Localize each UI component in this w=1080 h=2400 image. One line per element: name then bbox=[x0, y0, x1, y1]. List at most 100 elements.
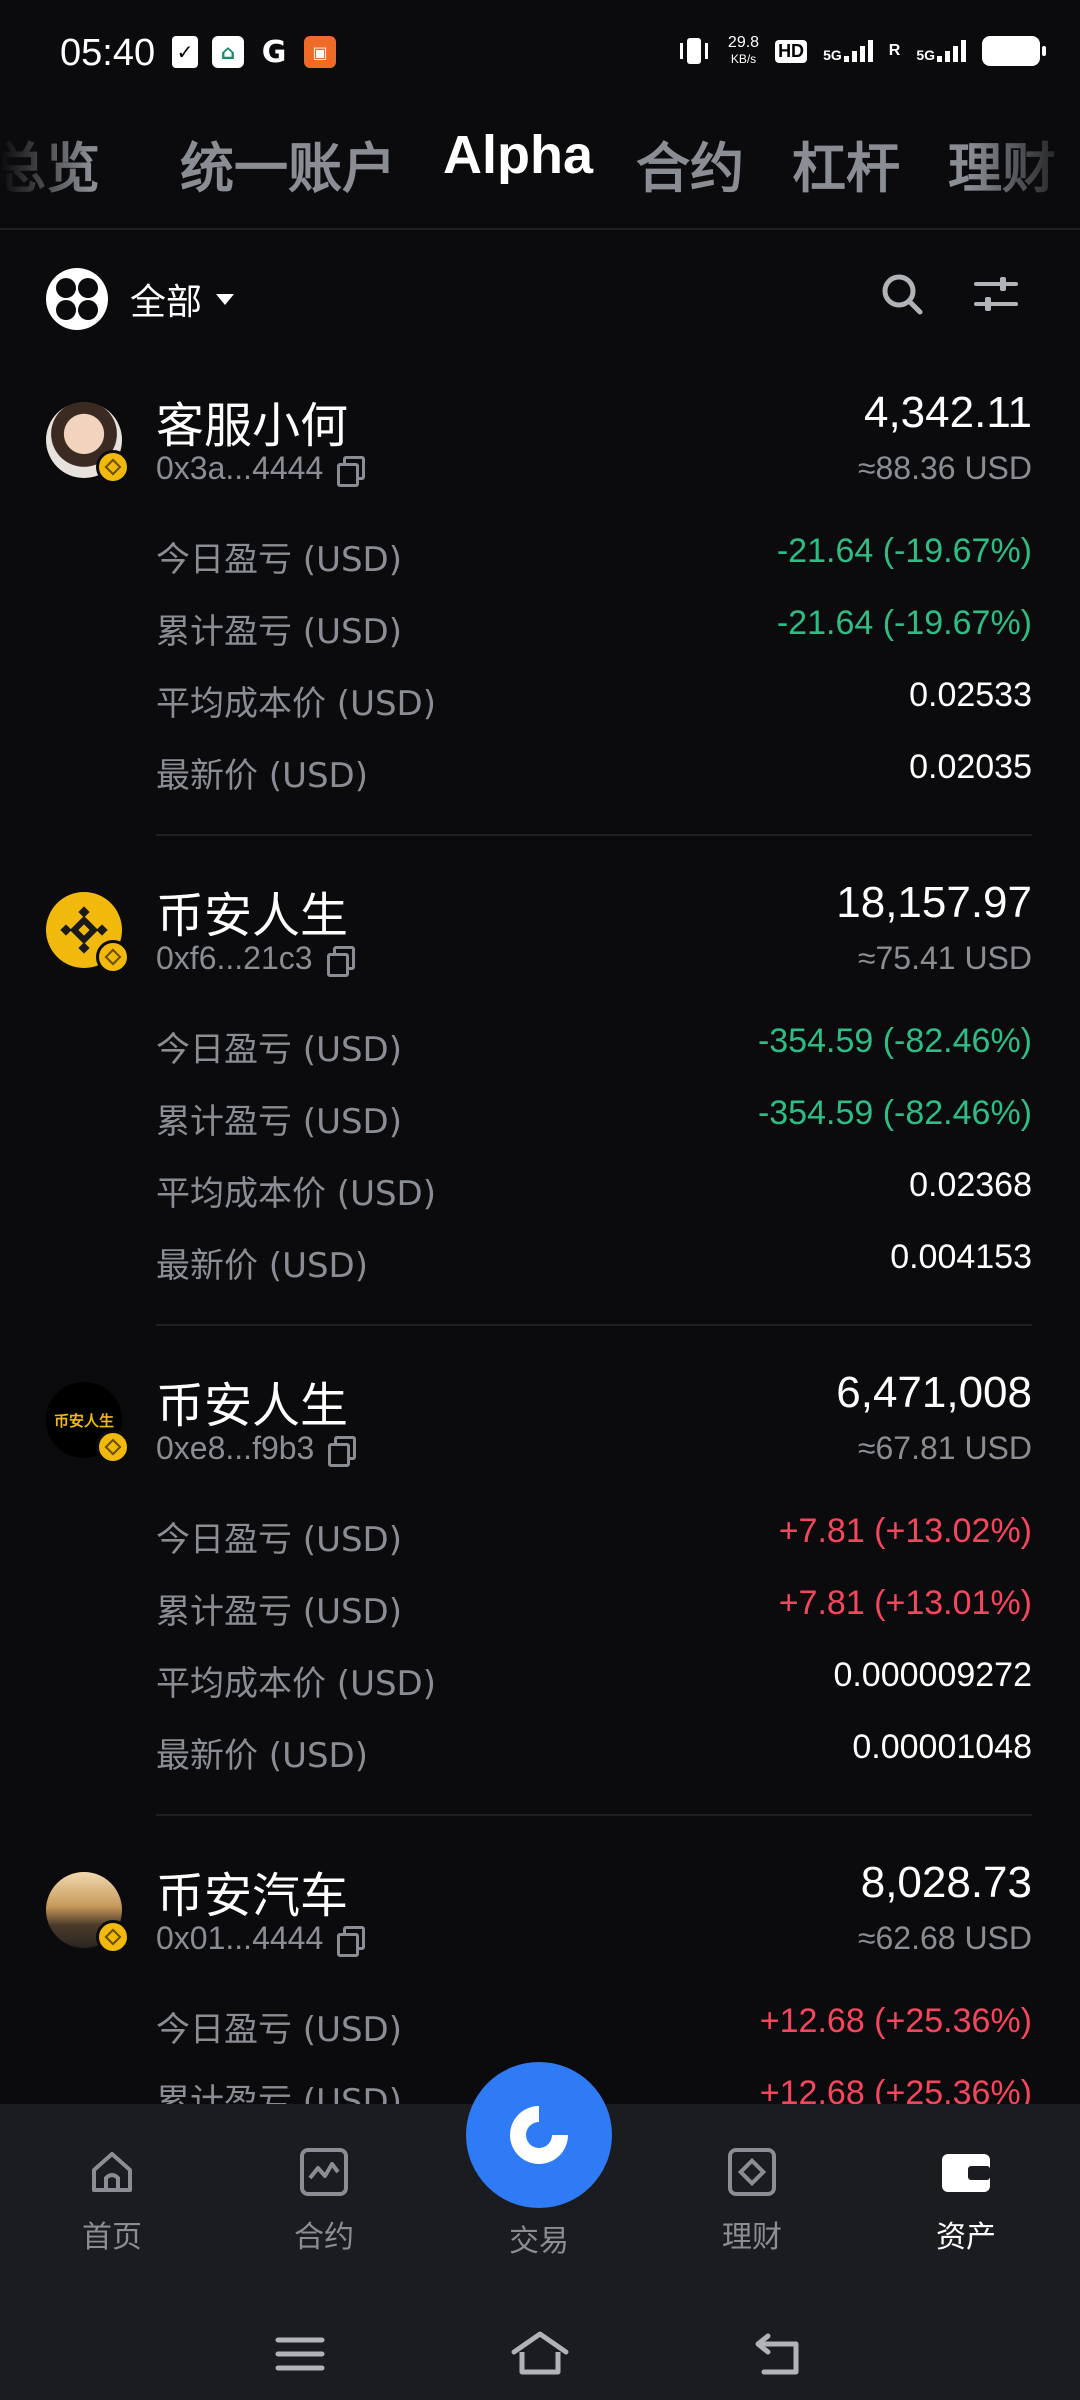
hd-icon: HD bbox=[775, 39, 808, 63]
network-type-1: 5G bbox=[823, 47, 842, 63]
signal-1: 5G bbox=[823, 40, 873, 62]
signal-bars-icon bbox=[843, 40, 873, 62]
usd-value: ≈75.41 USD bbox=[857, 940, 1032, 976]
last-price-value: 0.00001048 bbox=[852, 1728, 1032, 1766]
filter-settings-icon[interactable] bbox=[972, 272, 1020, 316]
token-logo-text: 币安人生 bbox=[53, 1411, 114, 1430]
nav-label: 合约 bbox=[294, 2220, 354, 2255]
system-navigation bbox=[0, 2304, 1080, 2400]
trade-button[interactable] bbox=[466, 2062, 612, 2208]
system-home-icon[interactable] bbox=[510, 2330, 570, 2378]
copy-icon[interactable] bbox=[328, 1435, 357, 1467]
nav-home[interactable]: 首页 bbox=[32, 2146, 192, 2256]
metric-label: 今日盈亏 (USD) bbox=[156, 540, 402, 580]
tab-alpha[interactable]: Alpha bbox=[443, 124, 593, 186]
total-pnl-row: 累计盈亏 (USD) -21.64 (-19.67%) bbox=[156, 604, 1032, 664]
token-name: 客服小何 bbox=[156, 398, 349, 454]
bnb-chain-badge-icon bbox=[96, 1920, 130, 1954]
metric-label: 最新价 (USD) bbox=[156, 1736, 368, 1776]
nav-label: 首页 bbox=[82, 2220, 142, 2255]
address-text: 0x01...4444 bbox=[156, 1920, 324, 1956]
divider bbox=[156, 834, 1032, 836]
avg-cost-row: 平均成本价 (USD) 0.02368 bbox=[156, 1166, 1032, 1226]
tab-futures[interactable]: 合约 bbox=[636, 124, 744, 203]
signal-2: 5G bbox=[916, 40, 966, 62]
nav-futures[interactable]: 合约 bbox=[244, 2146, 404, 2256]
vibrate-icon bbox=[679, 38, 708, 64]
token-avatar bbox=[46, 892, 130, 974]
network-filter-dropdown[interactable]: 全部 bbox=[46, 268, 235, 330]
metric-label: 累计盈亏 (USD) bbox=[156, 612, 402, 652]
token-amount: 8,028.73 bbox=[860, 1858, 1032, 1907]
token-name: 币安汽车 bbox=[156, 1868, 349, 1924]
today-pnl-row: 今日盈亏 (USD) -354.59 (-82.46%) bbox=[156, 1022, 1032, 1082]
token-name: 币安人生 bbox=[156, 1378, 349, 1434]
network-speed: 29.8 KB/s bbox=[728, 34, 759, 68]
contract-address: 0x3a...4444 bbox=[156, 450, 366, 487]
last-price-row: 最新价 (USD) 0.00001048 bbox=[156, 1728, 1032, 1788]
holding-item[interactable]: 客服小何 0x3a...4444 4,342.11 ≈88.36 USD 今日盈… bbox=[0, 362, 1080, 852]
metric-label: 平均成本价 (USD) bbox=[156, 684, 436, 724]
task-icon: ✓ bbox=[172, 36, 198, 68]
today-pnl-value: -21.64 (-19.67%) bbox=[776, 532, 1032, 570]
today-pnl-value: -354.59 (-82.46%) bbox=[757, 1022, 1032, 1060]
menu-icon[interactable] bbox=[274, 2334, 326, 2374]
holding-item[interactable]: 币安人生 币安人生 0xe8...f9b3 6,471,008 ≈67.81 U… bbox=[0, 1342, 1080, 1832]
bnb-chain-badge-icon bbox=[96, 450, 130, 484]
contract-address: 0x01...4444 bbox=[156, 1920, 366, 1957]
copy-icon[interactable] bbox=[337, 1925, 366, 1957]
bottom-navigation: 首页 合约 交易 理财 资产 bbox=[0, 2062, 1080, 2400]
tab-margin[interactable]: 杠杆 bbox=[792, 124, 900, 203]
speed-unit: KB/s bbox=[730, 52, 757, 66]
divider bbox=[156, 1324, 1032, 1326]
search-icon[interactable] bbox=[880, 272, 924, 316]
account-tabs: 总览 统一账户 Alpha 合约 杠杆 理财 bbox=[0, 110, 1080, 230]
home-icon bbox=[92, 2152, 132, 2192]
usd-value: ≈67.81 USD bbox=[857, 1430, 1032, 1466]
metric-label: 最新价 (USD) bbox=[156, 1246, 368, 1286]
token-amount: 18,157.97 bbox=[836, 878, 1032, 927]
wallet-icon bbox=[942, 2154, 990, 2192]
earn-icon bbox=[728, 2148, 776, 2196]
bnb-chain-badge-icon bbox=[96, 1430, 130, 1464]
back-icon[interactable] bbox=[752, 2330, 808, 2378]
address-text: 0x3a...4444 bbox=[156, 450, 324, 486]
copy-icon[interactable] bbox=[326, 945, 355, 977]
avg-cost-value: 0.02368 bbox=[909, 1166, 1032, 1204]
avg-cost-row: 平均成本价 (USD) 0.02533 bbox=[156, 676, 1032, 736]
divider bbox=[156, 1814, 1032, 1816]
tab-unified-account[interactable]: 统一账户 bbox=[180, 124, 396, 203]
network-type-2: 5G bbox=[916, 47, 935, 63]
tabs-fade-right bbox=[970, 110, 1080, 220]
nav-earn[interactable]: 理财 bbox=[672, 2146, 832, 2256]
holding-item[interactable]: 币安人生 0xf6...21c3 18,157.97 ≈75.41 USD 今日… bbox=[0, 852, 1080, 1342]
clock: 05:40 bbox=[60, 32, 156, 74]
avg-cost-value: 0.02533 bbox=[909, 676, 1032, 714]
filter-label: 全部 bbox=[130, 282, 203, 323]
metric-label: 平均成本价 (USD) bbox=[156, 1664, 436, 1704]
nav-label: 交易 bbox=[509, 2224, 569, 2259]
copy-icon[interactable] bbox=[337, 455, 366, 487]
avg-cost-row: 平均成本价 (USD) 0.000009272 bbox=[156, 1656, 1032, 1716]
metric-label: 平均成本价 (USD) bbox=[156, 1174, 436, 1214]
avg-cost-value: 0.000009272 bbox=[833, 1656, 1032, 1694]
today-pnl-row: 今日盈亏 (USD) -21.64 (-19.67%) bbox=[156, 532, 1032, 592]
last-price-value: 0.02035 bbox=[909, 748, 1032, 786]
today-pnl-row: 今日盈亏 (USD) +12.68 (+25.36%) bbox=[156, 2002, 1032, 2062]
metric-label: 累计盈亏 (USD) bbox=[156, 2082, 402, 2104]
futures-chart-icon bbox=[300, 2148, 348, 2196]
metric-label: 今日盈亏 (USD) bbox=[156, 1520, 402, 1560]
address-text: 0xf6...21c3 bbox=[156, 940, 313, 976]
all-networks-icon bbox=[46, 268, 108, 330]
battery-icon bbox=[982, 36, 1046, 66]
total-pnl-value: +7.81 (+13.01%) bbox=[778, 1584, 1032, 1622]
address-text: 0xe8...f9b3 bbox=[156, 1430, 315, 1466]
total-pnl-value: -354.59 (-82.46%) bbox=[757, 1094, 1032, 1132]
system-indicators: 29.8 KB/s HD 5G R 5G bbox=[676, 34, 1046, 68]
speed-value: 29.8 bbox=[727, 34, 760, 51]
token-avatar bbox=[46, 402, 130, 484]
total-pnl-row: 累计盈亏 (USD) +7.81 (+13.01%) bbox=[156, 1584, 1032, 1644]
contract-address: 0xe8...f9b3 bbox=[156, 1430, 357, 1467]
notification-icons: ✓ ⌂ G ▣ bbox=[172, 35, 336, 70]
nav-assets[interactable]: 资产 bbox=[886, 2146, 1046, 2256]
